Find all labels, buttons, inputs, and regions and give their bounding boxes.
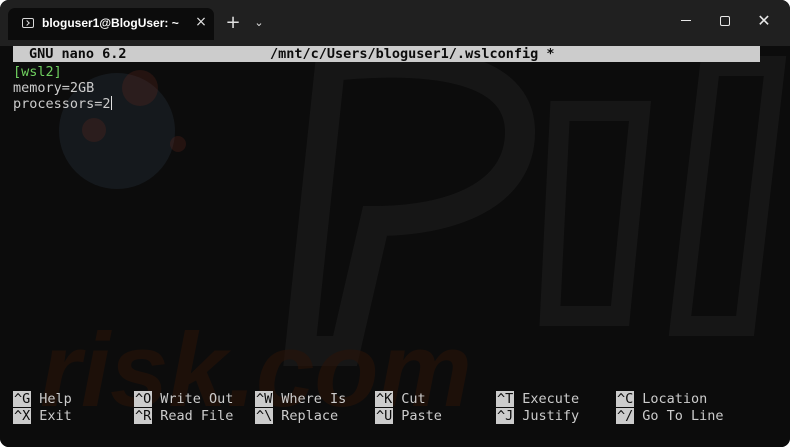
file-line-memory: memory=2GB xyxy=(13,80,95,96)
terminal-icon xyxy=(22,18,34,28)
tab-title: bloguser1@BlogUser: ~ xyxy=(42,16,179,30)
shortcut-label: Execute xyxy=(522,391,580,407)
shortcut-read-file[interactable]: ^R Read File xyxy=(134,408,233,424)
shortcut-execute[interactable]: ^T Execute xyxy=(496,391,579,407)
shortcut-key: ^G xyxy=(13,391,32,407)
shortcut-label: Where Is xyxy=(281,391,347,407)
shortcut-cut[interactable]: ^K Cut xyxy=(375,391,426,407)
shortcut-replace[interactable]: ^\ Replace xyxy=(255,408,338,424)
title-bar: bloguser1@BlogUser: ~ × + ⌄ ✕ xyxy=(0,0,790,46)
shortcut-key: ^K xyxy=(375,391,394,407)
shortcut-exit[interactable]: ^X Exit xyxy=(13,408,72,424)
maximize-button[interactable] xyxy=(711,10,739,32)
shortcut-location[interactable]: ^C Location xyxy=(616,391,707,407)
shortcut-go-to-line[interactable]: ^/ Go To Line xyxy=(616,408,724,424)
shortcut-label: Justify xyxy=(522,408,580,424)
terminal-tab[interactable]: bloguser1@BlogUser: ~ × xyxy=(8,8,214,40)
maximize-icon xyxy=(720,16,730,26)
shortcut-label: Location xyxy=(642,391,708,407)
shortcut-key: ^U xyxy=(375,408,394,424)
shortcut-paste[interactable]: ^U Paste xyxy=(375,408,442,424)
shortcut-label: Replace xyxy=(281,408,339,424)
file-path: /mnt/c/Users/bloguser1/.wslconfig * xyxy=(270,46,555,62)
watermark-graphic: risk.com xyxy=(40,47,787,429)
minimize-icon xyxy=(681,20,691,21)
text-cursor xyxy=(110,96,113,110)
shortcut-label: Cut xyxy=(401,391,426,407)
shortcut-label: Write Out xyxy=(160,391,234,407)
close-tab-icon[interactable]: × xyxy=(194,13,208,31)
shortcut-label: Help xyxy=(39,391,72,407)
shortcut-key: ^T xyxy=(496,391,515,407)
file-line-section: [wsl2] xyxy=(13,64,62,80)
terminal-window: bloguser1@BlogUser: ~ × + ⌄ ✕ risk.com G… xyxy=(0,0,790,447)
shortcut-key: ^J xyxy=(496,408,515,424)
shortcut-label: Exit xyxy=(39,408,72,424)
file-line-processors[interactable]: processors=2 xyxy=(13,96,113,112)
shortcut-justify[interactable]: ^J Justify xyxy=(496,408,579,424)
shortcut-write-out[interactable]: ^O Write Out xyxy=(134,391,233,407)
shortcut-key: ^\ xyxy=(255,408,274,424)
new-tab-button[interactable]: + xyxy=(222,13,244,33)
shortcut-label: Paste xyxy=(401,408,442,424)
chevron-down-icon[interactable]: ⌄ xyxy=(251,12,267,32)
minimize-button[interactable] xyxy=(672,10,700,32)
processors-text: processors=2 xyxy=(13,96,111,112)
close-window-button[interactable]: ✕ xyxy=(750,10,778,32)
shortcut-key: ^O xyxy=(134,391,153,407)
shortcut-where-is[interactable]: ^W Where Is xyxy=(255,391,346,407)
shortcut-key: ^R xyxy=(134,408,153,424)
nano-header-bar: GNU nano 6.2 /mnt/c/Users/bloguser1/.wsl… xyxy=(13,46,760,62)
shortcut-key: ^W xyxy=(255,391,274,407)
nano-version: GNU nano 6.2 xyxy=(29,46,127,62)
shortcut-key: ^/ xyxy=(616,408,635,424)
shortcut-label: Read File xyxy=(160,408,234,424)
shortcut-label: Go To Line xyxy=(642,408,724,424)
shortcut-key: ^X xyxy=(13,408,32,424)
shortcut-key: ^C xyxy=(616,391,635,407)
shortcut-help[interactable]: ^G Help xyxy=(13,391,72,407)
terminal-content[interactable]: risk.com GNU nano 6.2 /mnt/c/Users/blogu… xyxy=(0,46,790,447)
